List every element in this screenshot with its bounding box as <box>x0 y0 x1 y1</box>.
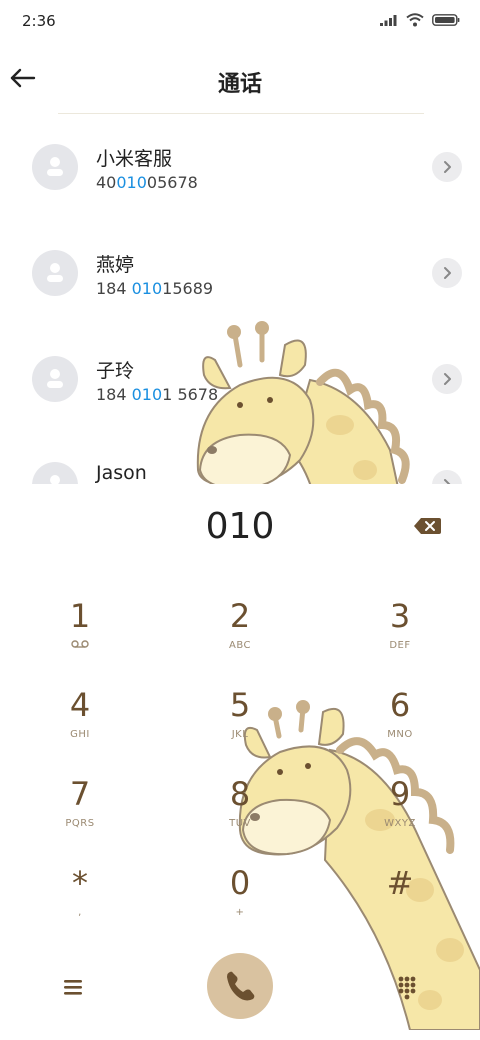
avatar <box>32 356 78 402</box>
avatar <box>32 462 78 484</box>
key-digit: 7 <box>69 775 91 813</box>
key-digit: 4 <box>69 686 91 724</box>
person-icon <box>47 263 63 282</box>
dialpad-icon <box>398 976 416 1000</box>
key-letters: WXYZ <box>384 818 416 829</box>
key-digit: * <box>72 864 88 902</box>
key-letters: MNO <box>387 729 413 740</box>
key-5[interactable]: 5 JKL <box>180 685 300 765</box>
dial-input-area: 010 <box>0 484 480 574</box>
person-icon <box>47 157 63 176</box>
app-bar: 通话 <box>0 44 480 114</box>
wifi-icon <box>406 13 424 27</box>
key-digit: 0 <box>229 864 251 902</box>
page-title: 通话 <box>217 72 262 97</box>
contact-search-results[interactable]: 小米客服 4001005678 燕婷 184 01015689 子玲 184 0… <box>0 114 480 484</box>
key-0[interactable]: 0 + <box>180 863 300 943</box>
contact-detail-button[interactable] <box>432 470 462 484</box>
voicemail-icon <box>20 640 140 651</box>
key-digit: 5 <box>229 686 251 724</box>
key-digit: 3 <box>389 597 411 635</box>
key-digit: 9 <box>389 775 411 813</box>
person-icon <box>47 369 63 388</box>
key-8[interactable]: 8 TUV <box>180 774 300 854</box>
key-letters: PQRS <box>65 818 95 829</box>
contact-detail-button[interactable] <box>432 152 462 182</box>
call-button[interactable] <box>207 953 273 1019</box>
key-hash[interactable]: # <box>340 863 460 943</box>
battery-icon <box>432 14 460 26</box>
key-1[interactable]: 1 <box>20 596 140 676</box>
dialed-number[interactable]: 010 <box>0 506 480 547</box>
key-6[interactable]: 6 MNO <box>340 685 460 765</box>
contact-name: 小米客服 <box>96 148 173 170</box>
key-3[interactable]: 3 DEF <box>340 596 460 676</box>
key-digit: 6 <box>389 686 411 724</box>
key-letters: DEF <box>389 640 411 651</box>
contact-detail-button[interactable] <box>432 364 462 394</box>
contact-name: Jason <box>96 462 147 484</box>
chevron-right-icon <box>444 479 451 484</box>
status-icons <box>380 13 460 27</box>
key-letters: JKL <box>231 729 249 740</box>
key-4[interactable]: 4 GHI <box>20 685 140 765</box>
dialpad-toggle-button[interactable] <box>392 972 422 1002</box>
status-time: 2:36 <box>22 12 56 30</box>
avatar <box>32 144 78 190</box>
chevron-right-icon <box>444 267 451 279</box>
key-letters: + <box>235 907 245 918</box>
key-letters: TUV <box>229 818 251 829</box>
key-star[interactable]: * , <box>20 863 140 943</box>
menu-button[interactable] <box>58 972 88 1002</box>
backspace-icon <box>414 518 441 534</box>
key-digit: 8 <box>229 775 251 813</box>
signal-icon <box>380 15 397 26</box>
key-digit: 1 <box>69 597 91 635</box>
chevron-right-icon <box>444 373 451 385</box>
contact-number: 184 01015689 <box>96 279 214 298</box>
menu-icon <box>64 980 82 995</box>
key-7[interactable]: 7 PQRS <box>20 774 140 854</box>
bottom-action-bar <box>0 950 480 1030</box>
key-2[interactable]: 2 ABC <box>180 596 300 676</box>
status-bar: 2:36 <box>0 0 480 44</box>
contact-number: 4001005678 <box>96 173 198 192</box>
contact-name: 子玲 <box>96 360 135 382</box>
giraffe-illustration <box>196 321 410 484</box>
contact-row[interactable]: 燕婷 184 01015689 <box>0 220 480 326</box>
phone-icon <box>227 971 255 1001</box>
contact-name: 燕婷 <box>96 254 135 276</box>
contact-row[interactable]: 小米客服 4001005678 <box>0 114 480 220</box>
key-letters: GHI <box>70 729 90 740</box>
key-digit: 2 <box>229 597 251 635</box>
key-letters: ABC <box>228 640 251 651</box>
key-9[interactable]: 9 WXYZ <box>340 774 460 854</box>
person-icon <box>50 475 60 484</box>
key-letters: , <box>78 907 82 918</box>
key-digit: # <box>386 864 414 902</box>
avatar <box>32 250 78 296</box>
chevron-right-icon <box>444 161 451 173</box>
delete-button[interactable] <box>412 514 442 538</box>
contact-detail-button[interactable] <box>432 258 462 288</box>
